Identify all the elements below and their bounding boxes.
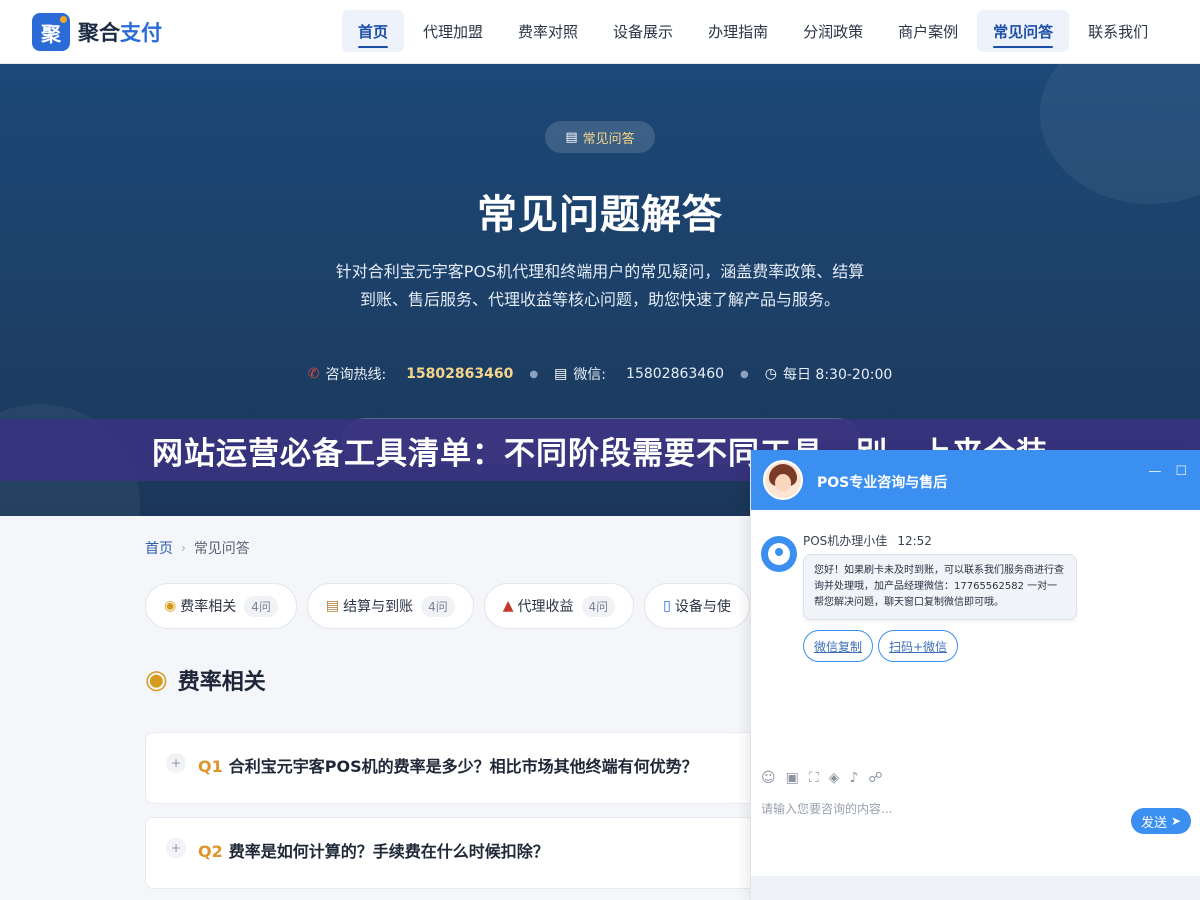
category-tab-settlement[interactable]: ▤ 结算与到账 4问 <box>306 583 474 629</box>
nav-item-faq[interactable]: 常见问答 <box>977 10 1070 52</box>
separator-dot: ● <box>529 368 539 380</box>
category-label: 结算与到账 <box>343 599 414 615</box>
clock-icon: ◷ <box>764 366 777 382</box>
wechat-label: 微信: <box>573 367 607 383</box>
nav-item-contact[interactable]: 联系我们 <box>1072 10 1164 52</box>
chat-header: POS专业咨询与售后 — ☐ <box>751 450 1200 510</box>
hero-description: 针对合利宝元宇客POS机代理和终端用户的常见疑问，涵盖费率政策、结算到账、售后服… <box>335 262 865 309</box>
message-meta: POS机办理小佳 12:52 <box>803 532 932 549</box>
hotline-value[interactable]: 15802863460 <box>406 366 513 382</box>
nav-item-agent[interactable]: 代理加盟 <box>407 10 499 52</box>
sound-icon[interactable]: ♪ <box>849 770 858 786</box>
chat-window: POS专业咨询与售后 — ☐ POS机办理小佳 12:52 您好！如果刷卡未及时到… <box>750 450 1200 900</box>
send-arrow-icon: ➤ <box>1170 814 1182 828</box>
nav-item-cases[interactable]: 商户案例 <box>882 10 974 52</box>
emoji-icon[interactable]: ☺ <box>761 770 776 786</box>
category-label: 设备与使 <box>674 599 731 615</box>
copy-wechat-button[interactable]: 微信复制 <box>803 630 873 662</box>
logo-text: 聚合支付 <box>78 17 162 47</box>
category-count: 4问 <box>421 595 455 617</box>
minimize-icon[interactable]: — <box>1148 464 1161 479</box>
chat-footer <box>751 876 1200 900</box>
breadcrumb: 首页 › 常见问答 <box>145 538 250 558</box>
category-label: 费率相关 <box>180 599 237 615</box>
scan-wechat-button[interactable]: 扫码+微信 <box>878 630 958 662</box>
hotline-label: 咨询热线: <box>325 367 387 383</box>
nav-item-profit[interactable]: 分润政策 <box>787 10 879 52</box>
agent-message-avatar <box>761 536 797 572</box>
faq-question-text: 费率是如何计算的？手续费在什么时候扣除？ <box>228 842 549 861</box>
chat-input[interactable]: 请输入您要咨询的内容... <box>761 800 892 817</box>
chat-bubble-icon: ▤ <box>554 366 568 382</box>
breadcrumb-current: 常见问答 <box>193 541 250 557</box>
category-tab-device[interactable]: ▯ 设备与使 <box>644 583 750 629</box>
money-bag-icon: ◉ <box>164 598 177 614</box>
chat-title: POS专业咨询与售后 <box>817 475 948 491</box>
top-navigation-bar: 聚 聚合支付 首页 代理加盟 费率对照 设备展示 办理指南 分润政策 商户案例 … <box>0 0 1200 64</box>
separator-dot: ● <box>740 368 749 380</box>
wechat-value[interactable]: 15802863460 <box>626 366 724 382</box>
send-button[interactable]: 发送 ➤ <box>1131 808 1191 834</box>
shield-icon[interactable]: ◈ <box>829 770 840 786</box>
send-label: 发送 <box>1140 815 1167 831</box>
message-bubble: 您好！如果刷卡未及时到账，可以联系我们服务商进行查询并处理哦，加产品经理微信：1… <box>803 554 1077 620</box>
message-time: 12:52 <box>897 534 932 548</box>
phone-icon: ✆ <box>307 366 320 382</box>
avatar-glyph <box>768 543 790 565</box>
faq-question: Q1 合利宝元宇客POS机的费率是多少？相比市场其他终端有何优势？ <box>198 753 698 777</box>
hero-badge: ▤ 常见问答 <box>545 121 655 153</box>
image-icon[interactable]: ▣ <box>786 770 799 786</box>
agent-name: POS机办理小佳 <box>803 534 888 548</box>
chevron-right-icon: › <box>181 541 186 555</box>
screenshot-icon[interactable]: ⛶ <box>809 770 819 786</box>
clipboard-icon: ▤ <box>565 129 578 145</box>
section-title: ◉ 费率相关 <box>145 664 266 696</box>
page-title: 常见问题解答 <box>477 192 723 238</box>
faq-question: Q2 费率是如何计算的？手续费在什么时候扣除？ <box>198 838 549 862</box>
faq-question-text: 合利宝元宇客POS机的费率是多少？相比市场其他终端有何优势？ <box>228 757 698 776</box>
agent-avatar <box>763 460 803 500</box>
category-tab-rates[interactable]: ◉ 费率相关 4问 <box>145 583 297 629</box>
nav-item-home[interactable]: 首页 <box>342 10 405 52</box>
money-bag-icon: ◉ <box>145 665 168 695</box>
chat-window-controls: — ☐ <box>1134 464 1187 479</box>
chart-icon: ▲ <box>502 598 514 614</box>
logo-text-part-a: 聚合 <box>78 21 120 45</box>
nav-item-devices[interactable]: 设备展示 <box>597 10 689 52</box>
main-nav: 首页 代理加盟 费率对照 设备展示 办理指南 分润政策 商户案例 常见问答 联系… <box>342 10 1167 52</box>
maximize-icon[interactable]: ☐ <box>1175 464 1187 479</box>
clipboard-icon: ▤ <box>325 598 340 614</box>
category-tab-income[interactable]: ▲ 代理收益 4问 <box>483 583 635 629</box>
logo-dot <box>60 16 67 23</box>
avatar-face <box>775 474 791 492</box>
logo-text-part-b: 支付 <box>120 21 162 45</box>
faq-number: Q2 <box>198 842 223 861</box>
expand-plus-icon[interactable]: + <box>166 838 186 858</box>
faq-item[interactable]: + Q2 费率是如何计算的？手续费在什么时候扣除？ <box>145 817 805 889</box>
phone-icon: ▯ <box>663 598 671 614</box>
site-logo[interactable]: 聚 聚合支付 <box>32 13 162 51</box>
expand-plus-icon[interactable]: + <box>166 753 186 773</box>
breadcrumb-home[interactable]: 首页 <box>145 538 173 558</box>
hero-badge-label: 常见问答 <box>582 131 635 147</box>
category-label: 代理收益 <box>517 599 574 615</box>
category-tabs: ◉ 费率相关 4问 ▤ 结算与到账 4问 ▲ 代理收益 4问 ▯ 设备与使 <box>145 583 760 629</box>
section-title-text: 费率相关 <box>177 670 266 695</box>
hero-contacts: ✆ 咨询热线: 15802863460 ● ▤ 微信: 15802863460 … <box>0 364 1200 384</box>
nav-item-guide[interactable]: 办理指南 <box>692 10 784 52</box>
service-hours: 每日 8:30-20:00 <box>782 367 893 383</box>
nav-item-rates[interactable]: 费率对照 <box>502 10 594 52</box>
chat-toolbar: ☺ ▣ ⛶ ◈ ♪ ☍ <box>761 770 893 786</box>
category-count: 4问 <box>244 595 278 617</box>
logo-mark: 聚 <box>32 13 70 51</box>
category-count: 4问 <box>581 595 616 617</box>
faq-item[interactable]: + Q1 合利宝元宇客POS机的费率是多少？相比市场其他终端有何优势？ <box>145 732 805 804</box>
faq-number: Q1 <box>198 757 223 776</box>
logo-mark-text: 聚 <box>41 21 61 46</box>
wechat-icon[interactable]: ☍ <box>868 770 882 786</box>
